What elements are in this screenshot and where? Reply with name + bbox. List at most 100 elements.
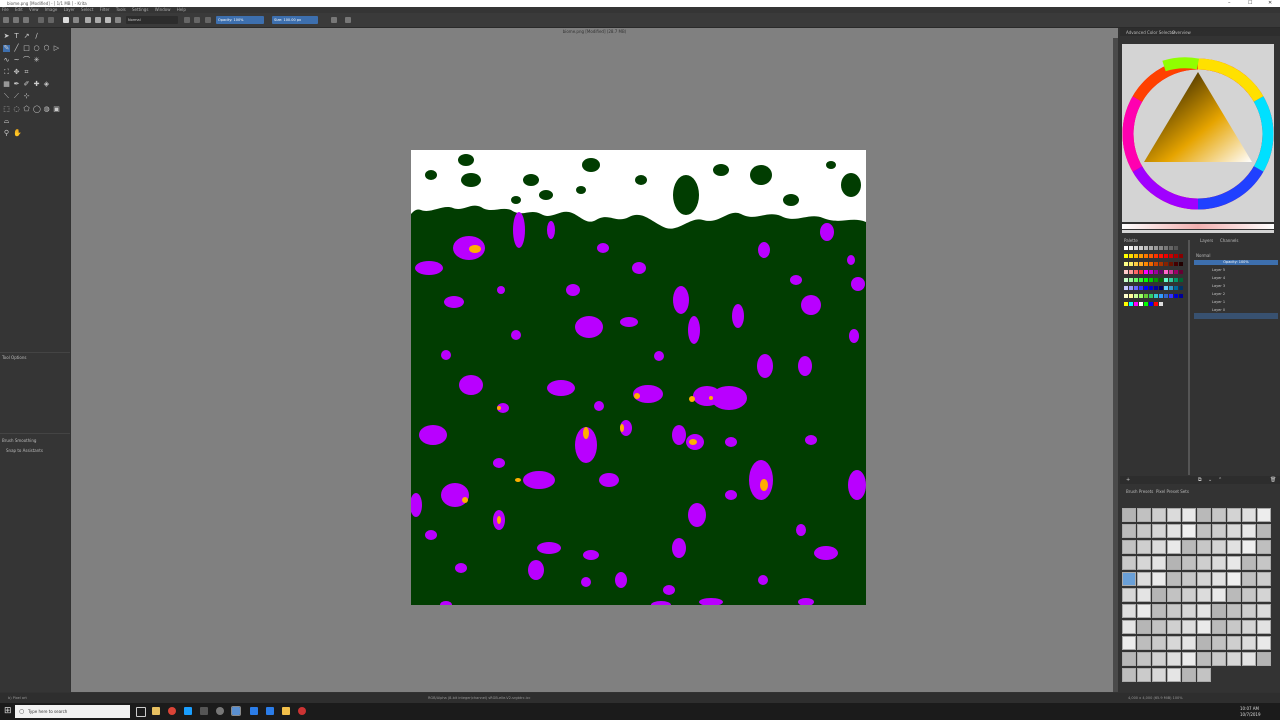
- brush-preset-tile[interactable]: [1227, 572, 1241, 586]
- layer-row[interactable]: Layer 5: [1194, 267, 1278, 274]
- size-slider[interactable]: Size: 100.00 px: [272, 16, 318, 24]
- brush-preset-tile[interactable]: [1197, 652, 1211, 666]
- chrome-icon[interactable]: [168, 707, 176, 715]
- duplicate-layer-icon[interactable]: ⧉: [1198, 477, 1202, 483]
- brush-preset-tile[interactable]: [1242, 620, 1256, 634]
- line-tool-icon[interactable]: ╱: [13, 45, 20, 52]
- palette-swatch[interactable]: [1149, 294, 1153, 298]
- brush-preset-tile[interactable]: [1197, 556, 1211, 570]
- ellipse-select-icon[interactable]: ◌: [13, 106, 20, 113]
- brush-preset-tile[interactable]: [1197, 620, 1211, 634]
- zoom-tool-icon[interactable]: ⚲: [3, 130, 10, 137]
- brush-preset-tile[interactable]: [1182, 556, 1196, 570]
- palette-swatch[interactable]: [1164, 254, 1168, 258]
- brush-preset-tile[interactable]: [1257, 652, 1271, 666]
- palette-swatch[interactable]: [1149, 254, 1153, 258]
- brush-preset-tile[interactable]: [1167, 540, 1181, 554]
- color-wheel[interactable]: [1122, 44, 1274, 222]
- palette-swatch[interactable]: [1139, 270, 1143, 274]
- palette-swatch[interactable]: [1134, 254, 1138, 258]
- brush-preset-tile[interactable]: [1257, 572, 1271, 586]
- polygon-tool-icon[interactable]: ⬡: [43, 45, 50, 52]
- brush-preset-tile[interactable]: [1212, 636, 1226, 650]
- brush-preset-tile[interactable]: [1152, 508, 1166, 522]
- palette-swatch[interactable]: [1149, 246, 1153, 250]
- palette-swatch[interactable]: [1154, 294, 1158, 298]
- layer-blend-mode[interactable]: Normal: [1196, 253, 1210, 258]
- layer-row[interactable]: Layer 3: [1194, 283, 1278, 290]
- brush-preset-tile[interactable]: [1152, 604, 1166, 618]
- brush-preset-tile[interactable]: [1152, 636, 1166, 650]
- palette-swatch[interactable]: [1149, 302, 1153, 306]
- brush-preset-tile[interactable]: [1227, 556, 1241, 570]
- brush-preset-tile[interactable]: [1227, 540, 1241, 554]
- brush-preset-tile[interactable]: [1242, 572, 1256, 586]
- smart-patch-icon[interactable]: ✚: [33, 81, 40, 88]
- brush-preset-tile[interactable]: [1182, 508, 1196, 522]
- palette-swatch[interactable]: [1164, 286, 1168, 290]
- palette-swatch[interactable]: [1174, 286, 1178, 290]
- palette-swatch[interactable]: [1124, 286, 1128, 290]
- new-document-icon[interactable]: [3, 17, 9, 23]
- brush-preset-tile[interactable]: [1152, 524, 1166, 538]
- palette-swatch[interactable]: [1174, 246, 1178, 250]
- palette-swatch[interactable]: [1139, 294, 1143, 298]
- polygon-select-icon[interactable]: ⬠: [23, 106, 30, 113]
- color-shade-bar[interactable]: [1122, 230, 1274, 233]
- gradient-tool-icon[interactable]: ▦: [3, 81, 10, 88]
- palette-swatch[interactable]: [1169, 286, 1173, 290]
- brush-preset-tile[interactable]: [1242, 652, 1256, 666]
- palette-swatch[interactable]: [1124, 270, 1128, 274]
- brush-preset-tile[interactable]: [1257, 588, 1271, 602]
- palette-swatch[interactable]: [1124, 294, 1128, 298]
- multibrush-icon[interactable]: ✳: [33, 57, 40, 64]
- palette-swatch[interactable]: [1144, 262, 1148, 266]
- brush-preset-tile[interactable]: [1137, 524, 1151, 538]
- windows-start-icon[interactable]: ⊞: [4, 707, 12, 716]
- task-view-icon[interactable]: [136, 707, 146, 717]
- palette-swatch[interactable]: [1134, 270, 1138, 274]
- palette-swatch[interactable]: [1149, 262, 1153, 266]
- palette-swatch[interactable]: [1159, 262, 1163, 266]
- brush-preset-tile[interactable]: [1122, 620, 1136, 634]
- brush-preset-tile[interactable]: [1197, 572, 1211, 586]
- brush-preset-tile[interactable]: [1122, 652, 1136, 666]
- ellipse-tool-icon[interactable]: ○: [33, 45, 40, 52]
- brush-preset-tile[interactable]: [1167, 652, 1181, 666]
- palette-swatch[interactable]: [1159, 254, 1163, 258]
- snap-assistants-checkbox[interactable]: Snap to Assistants: [6, 448, 43, 453]
- krita-icon[interactable]: [231, 706, 241, 716]
- brush-preset-tile[interactable]: [1122, 524, 1136, 538]
- palette-swatch[interactable]: [1129, 270, 1133, 274]
- brush-preset-tile[interactable]: [1167, 668, 1181, 682]
- palette-swatch[interactable]: [1144, 246, 1148, 250]
- brush-preset-tile[interactable]: [1137, 508, 1151, 522]
- palette-swatch[interactable]: [1179, 246, 1183, 250]
- palette-swatch[interactable]: [1164, 246, 1168, 250]
- palette-swatch[interactable]: [1134, 278, 1138, 282]
- palette-swatch[interactable]: [1179, 254, 1183, 258]
- palette-swatch[interactable]: [1144, 302, 1148, 306]
- brush-preset-tile[interactable]: [1182, 540, 1196, 554]
- brush-preset-tile[interactable]: [1167, 572, 1181, 586]
- undo-icon[interactable]: [38, 17, 44, 23]
- palette-swatch[interactable]: [1174, 278, 1178, 282]
- palette-swatch[interactable]: [1139, 278, 1143, 282]
- brush-preset-tile[interactable]: [1257, 620, 1271, 634]
- palette-swatch[interactable]: [1139, 254, 1143, 258]
- tab-channels[interactable]: Channels: [1220, 238, 1239, 243]
- palette-swatch[interactable]: [1154, 262, 1158, 266]
- palette-swatch[interactable]: [1124, 262, 1128, 266]
- brush-preset-tile[interactable]: [1227, 620, 1241, 634]
- palette-swatch[interactable]: [1134, 262, 1138, 266]
- brush-preset-tile[interactable]: [1137, 636, 1151, 650]
- brush-preset-tile[interactable]: [1152, 540, 1166, 554]
- brush-preset-tile[interactable]: [1212, 572, 1226, 586]
- palette-swatch[interactable]: [1134, 294, 1138, 298]
- alpha-lock-icon[interactable]: [184, 17, 190, 23]
- mirror-horizontal-icon[interactable]: [331, 17, 337, 23]
- opacity-slider[interactable]: Opacity: 100%: [216, 16, 264, 24]
- layer-row[interactable]: Layer 2: [1194, 291, 1278, 298]
- color-selector-area[interactable]: [1122, 44, 1274, 222]
- brush-preset-tile[interactable]: [1152, 556, 1166, 570]
